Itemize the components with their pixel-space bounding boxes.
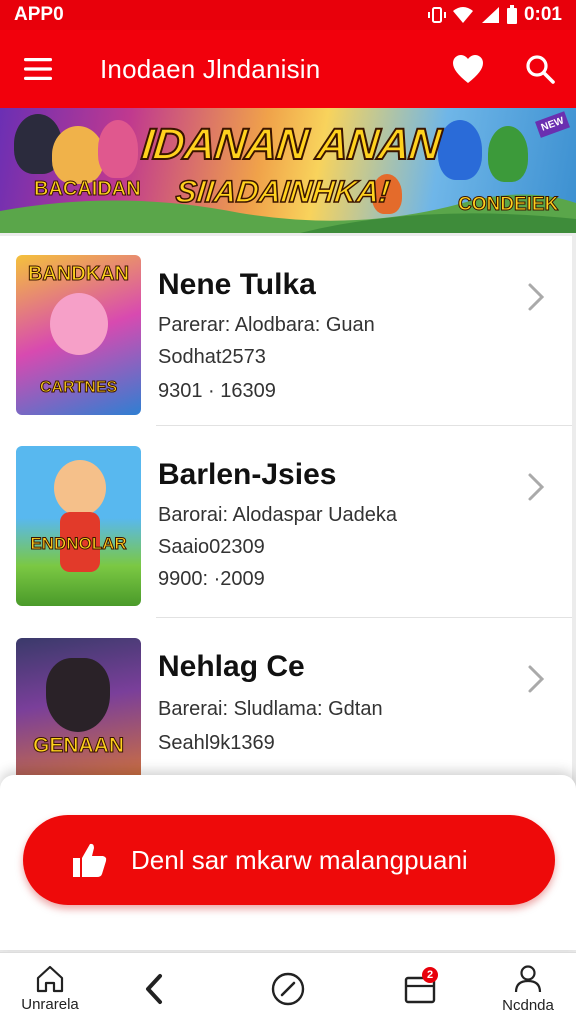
bottom-navigation: Unrarela 2 Ncdnda (0, 952, 576, 1024)
banner-right-tag: CONDEIEK (457, 194, 559, 216)
banner-character-5 (488, 126, 528, 182)
banner-character-2 (52, 126, 104, 184)
home-icon (36, 965, 64, 993)
banner-subtitle: SIIADAINHKA! (173, 173, 392, 210)
banner-left-tag: BACAIDAN (34, 178, 142, 201)
action-sheet: Denl sar mkarw malangpuani (0, 775, 576, 950)
game-list: BANDKAN CARTNES Nene Tulka Parerar: Alod… (0, 236, 572, 798)
nav-home[interactable]: Unrarela (0, 953, 100, 1024)
notification-badge: 2 (422, 967, 438, 983)
item-title: Barlen-Jsies (158, 458, 337, 491)
nav-inbox[interactable]: 2 (370, 953, 470, 1024)
game-thumbnail: GENAAN (16, 638, 141, 798)
item-detail: Parerar: Alodbara: Guan (158, 314, 375, 336)
search-icon[interactable] (504, 30, 576, 108)
profile-icon (514, 965, 542, 993)
thumbnail-label-top: BANDKAN (27, 263, 130, 286)
nav-home-label: Unrarela (21, 996, 79, 1013)
banner-character-4 (438, 120, 482, 180)
primary-action-label: Denl sar mkarw malangpuani (131, 844, 468, 875)
app-title: Inodaen Jlndanisin (100, 53, 321, 84)
thumbnail-character (46, 658, 110, 732)
list-item[interactable]: ENDNOLAR Barlen-Jsies Barorai: Alodaspar… (0, 428, 572, 618)
app-bar: Inodaen Jlndanisin (0, 30, 576, 108)
item-detail: Barerai: Sludlama: Gdtan (158, 698, 383, 720)
item-title: Nene Tulka (158, 268, 316, 301)
divider (156, 617, 572, 618)
chevron-right-icon (528, 283, 545, 311)
primary-action-button[interactable]: Denl sar mkarw malangpuani (23, 815, 555, 905)
thumbnail-label-bottom: CARTNES (39, 379, 118, 397)
thumbnail-label-bottom: GENAAN (32, 734, 124, 758)
promo-banner[interactable]: IDANAN ANAN SIIADAINHKA! BACAIDAN CONDEI… (0, 108, 576, 233)
nav-profile[interactable]: Ncdnda (478, 953, 576, 1024)
wifi-icon (452, 7, 473, 23)
status-time: 0:01 (523, 4, 562, 25)
game-thumbnail: BANDKAN CARTNES (16, 255, 141, 415)
list-item[interactable]: BANDKAN CARTNES Nene Tulka Parerar: Alod… (0, 236, 572, 426)
thumbs-up-icon (73, 843, 107, 877)
status-bar: APP0 0:01 (0, 0, 576, 30)
chevron-right-icon (528, 665, 545, 693)
heart-icon[interactable] (432, 30, 504, 108)
app-screen: APP0 0:01 Inodaen Jlndanisin IDANAN ANAN… (0, 0, 576, 1024)
item-detail: Barorai: Alodaspar Uadeka (158, 504, 398, 526)
banner-title: IDANAN ANAN (138, 119, 443, 170)
status-carrier: APP0 (14, 4, 64, 25)
menu-icon[interactable] (0, 30, 76, 108)
vibrate-icon (427, 7, 446, 23)
chevron-right-icon (528, 473, 545, 501)
thumbnail-character (54, 460, 106, 516)
item-stats: 9301 · 16309 (158, 380, 276, 402)
divider (156, 425, 572, 426)
status-icons: 0:01 (427, 4, 562, 26)
item-code: Saaio02309 (158, 536, 265, 558)
item-stats: 9900: ·2009 (158, 568, 265, 590)
item-title: Nehlag Ce (158, 650, 305, 683)
item-code: Sodhat2573 (158, 346, 266, 368)
banner-corner-tag: NEW (534, 111, 570, 138)
battery-icon (506, 5, 517, 24)
thumbnail-character (50, 293, 108, 355)
item-code: Seahl9k1369 (158, 732, 275, 754)
nav-profile-label: Ncdnda (502, 997, 554, 1014)
compass-icon (271, 972, 305, 1006)
thumbnail-label-bottom: ENDNOLAR (30, 534, 127, 554)
game-thumbnail: ENDNOLAR (16, 446, 141, 606)
banner-character-3 (98, 120, 138, 178)
signal-icon (481, 7, 499, 23)
nav-explore[interactable] (238, 953, 338, 1024)
back-icon (146, 974, 162, 1004)
nav-back[interactable] (104, 953, 204, 1024)
